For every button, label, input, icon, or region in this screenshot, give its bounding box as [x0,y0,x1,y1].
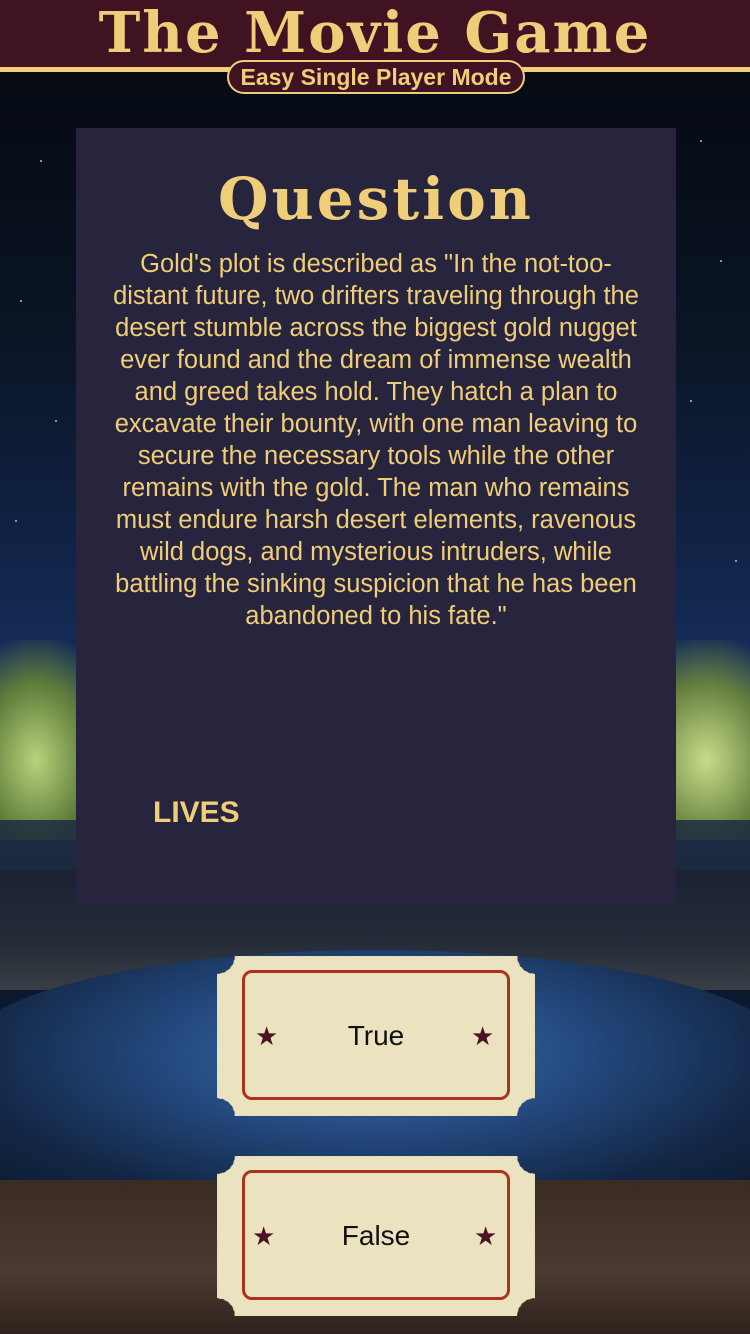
false-answer-button[interactable]: ★ ★ False [217,1156,535,1316]
star-dot [735,560,737,562]
star-dot [55,420,57,422]
question-text: Gold's plot is described as "In the not-… [113,250,639,630]
question-heading: Question [218,165,534,233]
question-card: Question Gold's plot is described as "In… [76,128,676,908]
star-dot [690,400,692,402]
false-answer-label: False [341,1220,411,1251]
star-dot [40,160,42,162]
star-dot [20,300,22,302]
lives-label: LIVES [153,796,240,829]
app-title: The Movie Game [98,0,652,66]
star-dot [720,260,722,262]
star-dot [700,140,702,142]
star-dot [15,520,17,522]
true-answer-button[interactable]: ★ ★ True [217,956,535,1116]
true-answer-label: True [347,1020,405,1051]
mode-badge: Easy Single Player Mode [227,60,525,94]
